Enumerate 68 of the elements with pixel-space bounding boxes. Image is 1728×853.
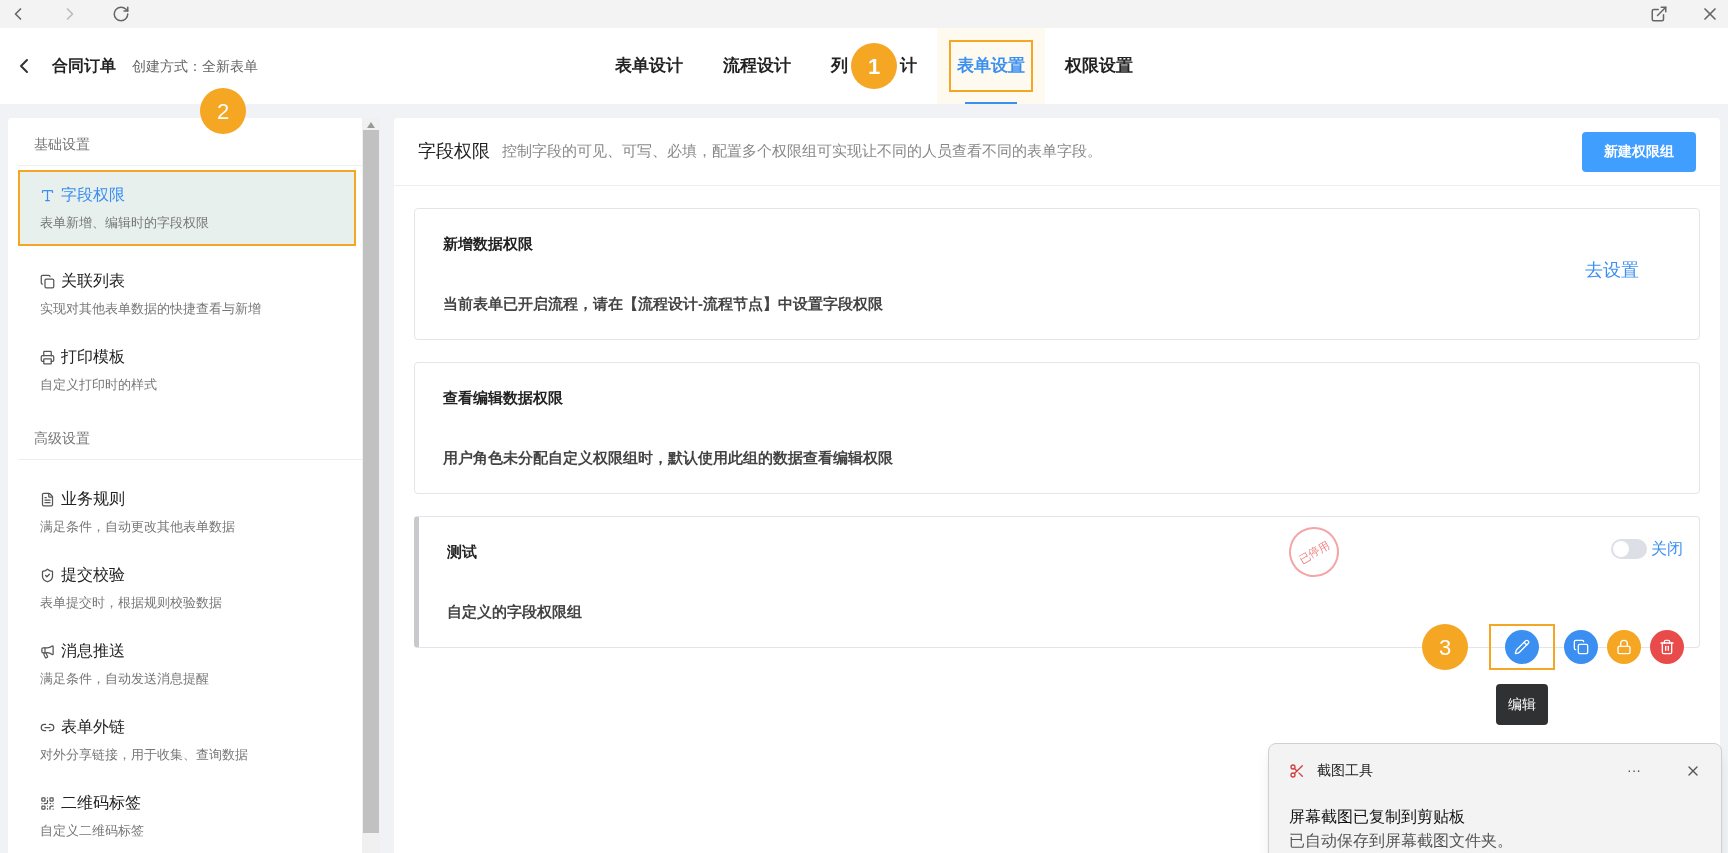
item-description: 表单提交时，根据规则校验数据 (40, 594, 223, 613)
lock-icon (1616, 639, 1632, 655)
sidebar-item[interactable]: 提交校验 表单提交时，根据规则校验数据 (18, 550, 362, 626)
panel-title: 字段权限 (418, 140, 490, 163)
copy-icon (1573, 639, 1589, 655)
text-icon (40, 187, 55, 203)
item-title: 提交校验 (61, 565, 125, 586)
copy-icon (40, 273, 55, 289)
trash-icon (1659, 639, 1675, 655)
sidebar-item[interactable]: 消息推送 满足条件，自动发送消息提醒 (18, 626, 362, 702)
item-description: 满足条件，自动更改其他表单数据 (40, 518, 236, 537)
item-title: 消息推送 (61, 641, 125, 662)
scissors-icon (1289, 762, 1305, 779)
item-title: 关联列表 (61, 271, 125, 292)
group-title: 查看编辑数据权限 (443, 388, 563, 408)
external-link-icon[interactable] (1650, 5, 1668, 23)
item-description: 实现对其他表单数据的快捷查看与新增 (40, 300, 262, 319)
group-description: 用户角色未分配自定义权限组时，默认使用此组的数据查看编辑权限 (443, 447, 893, 468)
document-icon (40, 491, 55, 507)
tab[interactable]: 流程设计 (703, 28, 811, 104)
form-title: 合同订单 (52, 56, 116, 76)
panel-description: 控制字段的可见、可写、必填，配置多个权限组可实现让不同的人员查看不同的表单字段。 (502, 141, 1102, 162)
megaphone-icon (40, 643, 55, 659)
creation-method: 创建方式：全新表单 (132, 56, 258, 76)
copy-button[interactable] (1564, 630, 1598, 664)
item-title: 二维码标签 (61, 793, 141, 814)
item-title: 表单外链 (61, 717, 125, 738)
section-heading: 基础设置 (18, 128, 362, 166)
printer-icon (40, 349, 55, 365)
item-title: 字段权限 (61, 185, 125, 206)
reload-icon[interactable] (112, 5, 130, 23)
item-description: 对外分享链接，用于收集、查询数据 (40, 746, 249, 765)
group-description: 当前表单已开启流程，请在【流程设计-流程节点】中设置字段权限 (443, 293, 883, 314)
notification-detail: 已自动保存到屏幕截图文件夹。 (1289, 831, 1514, 851)
sidebar-item[interactable]: 关联列表 实现对其他表单数据的快捷查看与新增 (18, 256, 362, 332)
section-heading: 高级设置 (18, 422, 362, 460)
scroll-up-icon[interactable] (367, 122, 375, 128)
sidebar-item[interactable]: 表单外链 对外分享链接，用于收集、查询数据 (18, 702, 362, 778)
item-title: 打印模板 (61, 347, 125, 368)
app-name: 截图工具 (1317, 761, 1373, 780)
step-badge: 3 (1422, 624, 1468, 670)
notification-message: 屏幕截图已复制到剪贴板 (1289, 807, 1466, 827)
edit-button[interactable] (1505, 630, 1539, 664)
qr-code-icon (40, 795, 55, 811)
item-title: 业务规则 (61, 489, 125, 510)
group-title: 新增数据权限 (443, 234, 533, 254)
tooltip: 编辑 (1496, 684, 1548, 725)
pencil-icon (1514, 639, 1530, 655)
tab[interactable]: 表单设计 (595, 28, 703, 104)
sidebar-item[interactable]: 打印模板 自定义打印时的样式 (18, 332, 362, 408)
item-description: 表单新增、编辑时的字段权限 (40, 214, 210, 233)
shield-icon (40, 567, 55, 583)
group-title: 测试 (447, 542, 477, 562)
item-description: 自定义打印时的样式 (40, 376, 158, 395)
tab[interactable]: 权限设置 (1045, 28, 1153, 104)
item-description: 满足条件，自动发送消息提醒 (40, 670, 210, 689)
toggle-switch[interactable] (1611, 539, 1647, 559)
more-button[interactable]: ··· (1627, 760, 1641, 781)
tab[interactable]: 列 1 计 (811, 28, 937, 104)
lock-button[interactable] (1607, 630, 1641, 664)
toggle-label: 关闭 (1651, 539, 1683, 559)
item-description: 自定义二维码标签 (40, 822, 145, 841)
step-badge: 1 (851, 43, 897, 89)
group-description: 自定义的字段权限组 (447, 601, 582, 622)
sidebar-item[interactable]: 字段权限 表单新增、编辑时的字段权限 (18, 170, 356, 246)
delete-button[interactable] (1650, 630, 1684, 664)
sidebar-item[interactable]: 业务规则 满足条件，自动更改其他表单数据 (18, 474, 362, 550)
sidebar-item[interactable]: 二维码标签 自定义二维码标签 (18, 778, 362, 853)
